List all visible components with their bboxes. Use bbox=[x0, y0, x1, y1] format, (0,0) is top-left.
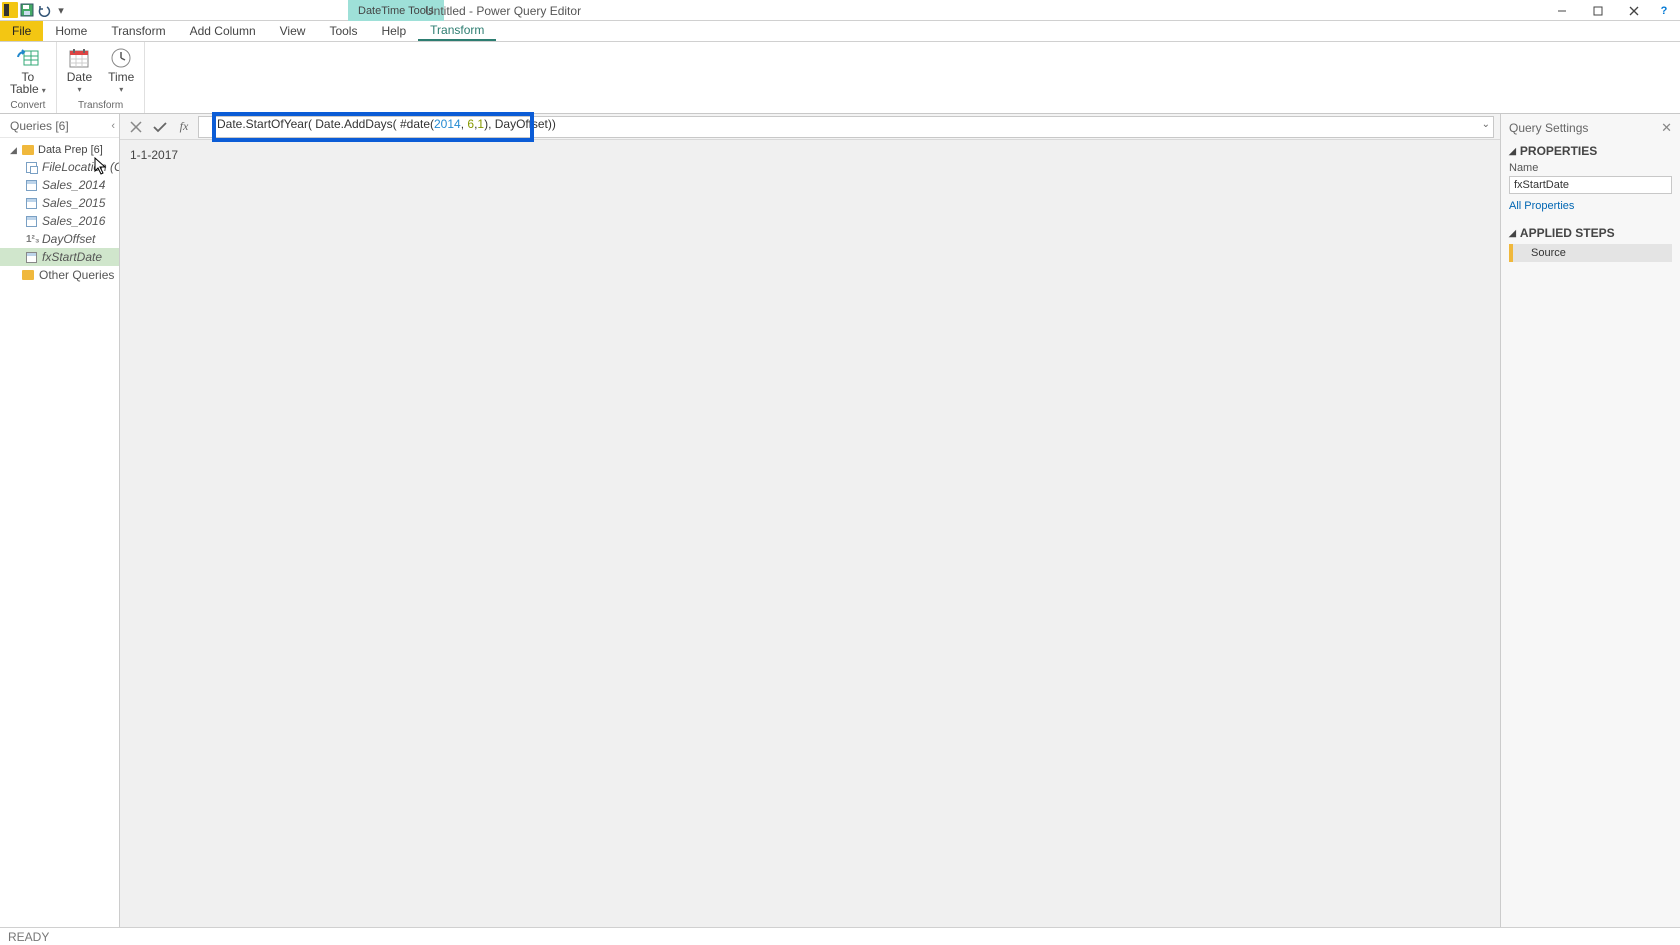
query-tree: ◢ Data Prep [6] FileLocation (C:\... Sal… bbox=[0, 138, 119, 288]
parameter-icon bbox=[26, 162, 37, 173]
window-controls: ? bbox=[1544, 0, 1680, 21]
undo-icon[interactable] bbox=[36, 2, 52, 18]
table-icon bbox=[26, 216, 37, 227]
query-label: fxStartDate bbox=[42, 250, 102, 264]
ribbon: To Table ▾ Convert Date▾ Time▾ Transform bbox=[0, 42, 1680, 114]
query-item-dayoffset[interactable]: 1²₃ DayOffset bbox=[0, 230, 119, 248]
query-group-data-prep[interactable]: ◢ Data Prep [6] bbox=[0, 142, 119, 158]
query-settings-panel: Query Settings ✕ ◢ PROPERTIES Name All P… bbox=[1500, 114, 1680, 927]
titlebar: ▾ DateTime Tools Untitled - Power Query … bbox=[0, 0, 1680, 21]
accept-formula-button[interactable] bbox=[150, 117, 170, 137]
close-button[interactable] bbox=[1616, 0, 1652, 21]
ribbon-tabs: File Home Transform Add Column View Tool… bbox=[0, 21, 1680, 42]
calendar-icon bbox=[67, 46, 91, 70]
query-label: Sales_2015 bbox=[42, 196, 105, 210]
cancel-formula-button[interactable] bbox=[126, 117, 146, 137]
tab-home[interactable]: Home bbox=[43, 21, 99, 41]
queries-panel: Queries [6] ‹ ◢ Data Prep [6] FileLocati… bbox=[0, 114, 120, 927]
step-source[interactable]: Source bbox=[1509, 244, 1672, 262]
query-name-input[interactable] bbox=[1509, 176, 1672, 194]
name-label: Name bbox=[1509, 162, 1672, 174]
settings-title-text: Query Settings bbox=[1509, 121, 1588, 135]
window-title: Untitled - Power Query Editor bbox=[425, 0, 581, 21]
editor-center: fx Date.StartOfYear( Date.AddDays( #date… bbox=[120, 114, 1500, 927]
queries-title: Queries [6] bbox=[10, 119, 69, 133]
query-label: Sales_2014 bbox=[42, 178, 105, 192]
query-label: FileLocation (C:\... bbox=[42, 160, 119, 174]
properties-label: PROPERTIES bbox=[1520, 144, 1597, 158]
folder-icon bbox=[22, 145, 34, 155]
tab-tools[interactable]: Tools bbox=[317, 21, 369, 41]
query-item-filelocation[interactable]: FileLocation (C:\... bbox=[0, 158, 119, 176]
status-bar: READY bbox=[0, 927, 1680, 945]
query-item-sales2016[interactable]: Sales_2016 bbox=[0, 212, 119, 230]
to-table-icon bbox=[16, 46, 40, 70]
time-label: Time▾ bbox=[108, 72, 134, 95]
properties-header[interactable]: ◢ PROPERTIES bbox=[1509, 144, 1672, 158]
tab-view[interactable]: View bbox=[268, 21, 318, 41]
date-button[interactable]: Date▾ bbox=[63, 44, 96, 97]
formula-num: 2014 bbox=[434, 117, 461, 131]
formula-dropdown-icon[interactable]: ⌄ bbox=[1482, 119, 1490, 130]
fx-icon[interactable]: fx bbox=[174, 117, 194, 137]
group-label-convert: Convert bbox=[10, 100, 45, 113]
settings-title: Query Settings ✕ bbox=[1509, 120, 1672, 136]
clock-icon bbox=[109, 46, 133, 70]
group-label-transform: Transform bbox=[78, 100, 123, 113]
table-icon bbox=[26, 198, 37, 209]
help-icon[interactable]: ? bbox=[1652, 0, 1676, 21]
to-table-label: To Table ▾ bbox=[10, 72, 46, 96]
minimize-button[interactable] bbox=[1544, 0, 1580, 21]
tab-help[interactable]: Help bbox=[369, 21, 418, 41]
group-label: Other Queries bbox=[39, 268, 114, 282]
expand-icon[interactable]: ◢ bbox=[10, 145, 18, 156]
collapse-icon: ◢ bbox=[1509, 228, 1516, 239]
date-label: Date▾ bbox=[67, 72, 92, 95]
query-item-fxstartdate[interactable]: fxStartDate bbox=[0, 248, 119, 266]
tab-context-transform[interactable]: Transform bbox=[418, 21, 496, 41]
app-icon bbox=[2, 2, 18, 18]
table-icon bbox=[26, 252, 37, 263]
formula-input-wrap: Date.StartOfYear( Date.AddDays( #date(20… bbox=[198, 116, 1494, 138]
all-properties-link[interactable]: All Properties bbox=[1509, 200, 1574, 212]
ribbon-group-convert: To Table ▾ Convert bbox=[0, 42, 57, 113]
status-text: READY bbox=[8, 930, 49, 944]
ribbon-group-transform: Date▾ Time▾ Transform bbox=[57, 42, 146, 113]
applied-steps-list: Source bbox=[1509, 244, 1672, 262]
formula-bar: fx Date.StartOfYear( Date.AddDays( #date… bbox=[120, 114, 1500, 140]
applied-steps-header[interactable]: ◢ APPLIED STEPS bbox=[1509, 226, 1672, 240]
query-group-other[interactable]: Other Queries bbox=[0, 266, 119, 284]
time-button[interactable]: Time▾ bbox=[104, 44, 138, 97]
quick-access-toolbar: ▾ bbox=[0, 2, 69, 18]
collapse-icon: ◢ bbox=[1509, 146, 1516, 157]
preview-value: 1-1-2017 bbox=[120, 140, 1500, 170]
applied-steps-label: APPLIED STEPS bbox=[1520, 226, 1615, 240]
number-icon: 1²₃ bbox=[26, 234, 37, 245]
query-item-sales2015[interactable]: Sales_2015 bbox=[0, 194, 119, 212]
qat-dropdown-icon[interactable]: ▾ bbox=[53, 2, 69, 18]
save-icon[interactable] bbox=[19, 2, 35, 18]
group-label: Data Prep [6] bbox=[38, 144, 103, 156]
folder-icon bbox=[22, 270, 34, 280]
maximize-button[interactable] bbox=[1580, 0, 1616, 21]
formula-text: ), DayOffset)) bbox=[484, 117, 556, 131]
table-icon bbox=[26, 180, 37, 191]
formula-text: Date.StartOfYear( Date.AddDays( #date( bbox=[217, 117, 434, 131]
close-settings-icon[interactable]: ✕ bbox=[1661, 120, 1672, 136]
tab-add-column[interactable]: Add Column bbox=[178, 21, 268, 41]
tab-file[interactable]: File bbox=[0, 21, 43, 41]
to-table-button[interactable]: To Table ▾ bbox=[6, 44, 50, 98]
main-area: Queries [6] ‹ ◢ Data Prep [6] FileLocati… bbox=[0, 114, 1680, 927]
query-label: Sales_2016 bbox=[42, 214, 105, 228]
formula-input[interactable]: Date.StartOfYear( Date.AddDays( #date(20… bbox=[198, 116, 1494, 138]
tab-transform[interactable]: Transform bbox=[99, 21, 177, 41]
collapse-queries-icon[interactable]: ‹ bbox=[111, 120, 115, 132]
query-item-sales2014[interactable]: Sales_2014 bbox=[0, 176, 119, 194]
query-label: DayOffset bbox=[42, 232, 95, 246]
queries-header: Queries [6] ‹ bbox=[0, 114, 119, 138]
